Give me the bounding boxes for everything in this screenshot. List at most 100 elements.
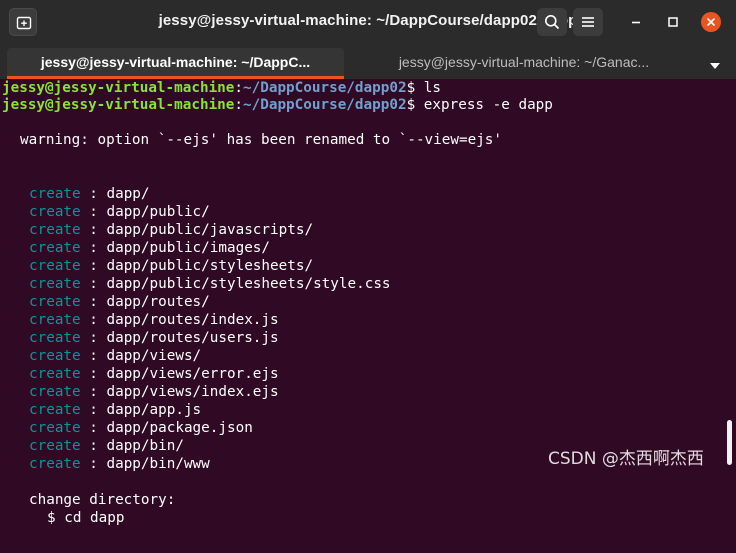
prompt-symbol: $	[406, 80, 424, 96]
prompt-symbol: $	[406, 97, 424, 113]
create-keyword: create	[29, 222, 81, 238]
prompt-user: jessy@jessy-virtual-machine	[2, 80, 235, 96]
chevron-down-icon	[710, 63, 720, 69]
prompt-separator: :	[234, 80, 244, 96]
create-keyword: create	[29, 186, 81, 202]
prompt-path: ~/DappCourse/dapp02	[243, 80, 407, 96]
create-line: create : dapp/public/	[29, 203, 210, 221]
create-separator: :	[80, 294, 107, 310]
hamburger-menu-icon	[582, 17, 594, 27]
minimize-icon	[632, 21, 640, 24]
warning-line: warning: option `--ejs' has been renamed…	[20, 132, 503, 148]
tab-list-menu-button[interactable]	[708, 58, 722, 69]
create-keyword: create	[29, 366, 81, 382]
close-icon	[706, 17, 716, 27]
created-path: dapp/public/	[106, 204, 210, 220]
search-button[interactable]	[537, 8, 567, 36]
create-keyword: create	[29, 438, 81, 454]
create-line: create : dapp/views/	[29, 347, 201, 365]
created-path: dapp/	[106, 186, 150, 202]
create-separator: :	[80, 186, 107, 202]
created-path: dapp/views/error.ejs	[106, 366, 279, 382]
create-line: create : dapp/bin/www	[29, 455, 210, 473]
create-keyword: create	[29, 330, 81, 346]
created-path: dapp/public/stylesheets/	[106, 258, 314, 274]
created-path: dapp/public/stylesheets/style.css	[106, 276, 391, 292]
menu-button[interactable]	[573, 8, 603, 36]
create-line: create : dapp/bin/	[29, 437, 184, 455]
create-keyword: create	[29, 384, 81, 400]
watermark: CSDN @杰西啊杰西	[548, 449, 704, 469]
create-keyword: create	[29, 258, 81, 274]
create-keyword: create	[29, 204, 81, 220]
maximize-button[interactable]	[663, 12, 683, 32]
terminal-output[interactable]: jessy@jessy-virtual-machine:~/DappCourse…	[0, 79, 736, 553]
tab-bar: jessy@jessy-virtual-machine: ~/DappC... …	[0, 44, 736, 79]
created-path: dapp/routes/	[106, 294, 210, 310]
create-separator: :	[80, 348, 107, 364]
tab-dappcourse[interactable]: jessy@jessy-virtual-machine: ~/DappC...	[7, 48, 344, 79]
created-path: dapp/package.json	[106, 420, 253, 436]
created-path: dapp/views/	[106, 348, 202, 364]
create-line: create : dapp/app.js	[29, 401, 201, 419]
new-tab-icon	[16, 16, 32, 30]
maximize-icon	[668, 17, 678, 27]
create-keyword: create	[29, 312, 81, 328]
created-path: dapp/routes/users.js	[106, 330, 279, 346]
close-button[interactable]	[701, 12, 721, 32]
create-line: create : dapp/routes/	[29, 293, 210, 311]
create-separator: :	[80, 438, 107, 454]
terminal-scrollbar[interactable]	[727, 420, 732, 465]
create-keyword: create	[29, 420, 81, 436]
create-separator: :	[80, 258, 107, 274]
prompt-separator: :	[234, 97, 244, 113]
created-path: dapp/public/javascripts/	[106, 222, 314, 238]
create-separator: :	[80, 366, 107, 382]
create-separator: :	[80, 330, 107, 346]
created-path: dapp/bin/www	[106, 456, 210, 472]
create-separator: :	[80, 456, 107, 472]
tab-ganache[interactable]: jessy@jessy-virtual-machine: ~/Ganac...	[352, 48, 696, 79]
new-tab-button[interactable]	[9, 8, 37, 36]
prompt-user: jessy@jessy-virtual-machine	[2, 97, 235, 113]
create-line: create : dapp/routes/users.js	[29, 329, 279, 347]
search-icon	[545, 15, 560, 30]
prompt-path: ~/DappCourse/dapp02	[243, 97, 407, 113]
create-line: create : dapp/package.json	[29, 419, 253, 437]
create-keyword: create	[29, 240, 81, 256]
change-directory-command: $ cd dapp	[47, 510, 125, 526]
create-keyword: create	[29, 402, 81, 418]
create-line: create : dapp/routes/index.js	[29, 311, 279, 329]
created-path: dapp/app.js	[106, 402, 202, 418]
minimize-button[interactable]	[626, 12, 646, 32]
create-line: create : dapp/public/images/	[29, 239, 270, 257]
create-separator: :	[80, 222, 107, 238]
command-text: express -e dapp	[423, 97, 553, 113]
command-text: ls	[423, 80, 441, 96]
create-separator: :	[80, 204, 107, 220]
create-line: create : dapp/public/stylesheets/	[29, 257, 313, 275]
create-keyword: create	[29, 456, 81, 472]
create-keyword: create	[29, 276, 81, 292]
create-line: create : dapp/views/index.ejs	[29, 383, 279, 401]
create-separator: :	[80, 402, 107, 418]
change-directory-label: change directory:	[29, 492, 176, 508]
tab-label: jessy@jessy-virtual-machine: ~/DappC...	[40, 54, 311, 70]
prompt-line: jessy@jessy-virtual-machine:~/DappCourse…	[2, 79, 441, 97]
create-line: create : dapp/public/javascripts/	[29, 221, 313, 239]
create-separator: :	[80, 276, 107, 292]
created-path: dapp/routes/index.js	[106, 312, 279, 328]
create-keyword: create	[29, 348, 81, 364]
create-line: create : dapp/public/stylesheets/style.c…	[29, 275, 391, 293]
created-path: dapp/public/images/	[106, 240, 271, 256]
create-separator: :	[80, 240, 107, 256]
create-line: create : dapp/	[29, 185, 150, 203]
title-bar: jessy@jessy-virtual-machine: ~/DappCours…	[0, 0, 736, 44]
prompt-line: jessy@jessy-virtual-machine:~/DappCourse…	[2, 96, 553, 114]
terminal-window: jessy@jessy-virtual-machine: ~/DappCours…	[0, 0, 736, 553]
create-keyword: create	[29, 294, 81, 310]
created-path: dapp/bin/	[106, 438, 184, 454]
create-separator: :	[80, 420, 107, 436]
create-separator: :	[80, 312, 107, 328]
created-path: dapp/views/index.ejs	[106, 384, 279, 400]
